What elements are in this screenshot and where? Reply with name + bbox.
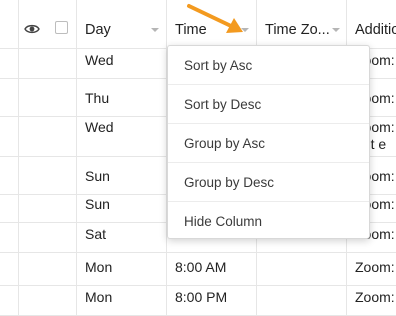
select-all-checkbox[interactable]: [55, 21, 68, 34]
menu-item-group-desc[interactable]: Group by Desc: [168, 163, 369, 202]
annotation-arrow-icon: [187, 4, 243, 33]
eye-icon[interactable]: [24, 23, 40, 35]
cell-day: Mon: [85, 288, 113, 305]
menu-item-sort-asc[interactable]: Sort by Asc: [168, 46, 369, 85]
cell-day: Wed: [85, 119, 114, 135]
menu-item-group-asc[interactable]: Group by Asc: [168, 124, 369, 163]
cell-additional: Zoom:: [355, 288, 395, 305]
table-row[interactable]: Mon 8:00 PM Zoom:: [0, 278, 396, 316]
column-options-menu: Sort by Asc Sort by Desc Group by Asc Gr…: [167, 45, 370, 239]
cell-day: Sat: [85, 225, 107, 242]
menu-item-hide-column[interactable]: Hide Column: [168, 202, 369, 241]
menu-item-sort-desc[interactable]: Sort by Desc: [168, 85, 369, 124]
cell-day: Thu: [85, 89, 110, 106]
chevron-down-icon[interactable]: [332, 28, 340, 32]
cell-time: 8:00 PM: [175, 288, 228, 305]
cell-day: Wed: [85, 51, 114, 68]
chevron-down-icon[interactable]: [151, 28, 159, 32]
